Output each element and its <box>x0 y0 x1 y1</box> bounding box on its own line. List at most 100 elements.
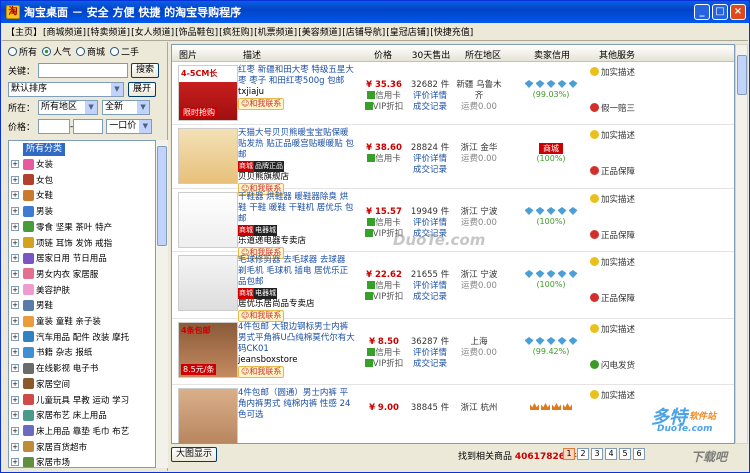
expand-button[interactable]: 展开 <box>128 82 156 97</box>
radio-mall[interactable]: 商城 <box>76 45 105 58</box>
rating-detail-link[interactable]: 评价详情 <box>408 154 452 165</box>
region-select[interactable]: 所有地区 ▼ <box>38 100 99 115</box>
tree-item[interactable]: + 男女内衣 家居服 <box>11 267 98 281</box>
col-credit[interactable]: 卖家信用 <box>522 48 582 61</box>
expand-icon[interactable]: + <box>11 207 19 216</box>
tree-item[interactable]: + 家居市场 <box>11 455 70 467</box>
menu-mall[interactable]: [商城频道] <box>43 25 86 38</box>
expand-icon[interactable]: + <box>11 238 19 247</box>
price-max-input[interactable] <box>73 119 104 134</box>
expand-icon[interactable]: + <box>11 301 19 310</box>
expand-icon[interactable]: + <box>11 379 19 388</box>
tree-item[interactable]: + 汽车用品 配件 改装 摩托 <box>11 330 129 344</box>
menu-crazy-buy[interactable]: [疯狂购] <box>219 25 253 38</box>
product-image[interactable] <box>178 388 238 443</box>
trade-record-link[interactable]: 成交记录 <box>408 165 452 176</box>
menu-sale[interactable]: [特卖频道] <box>87 25 130 38</box>
expand-icon[interactable]: + <box>11 395 19 404</box>
minimize-button[interactable]: _ <box>694 4 710 20</box>
table-row[interactable]: 天猫大号贝贝熊暖宝宝贴保暖贴发热 贴正品暖宫贴暖暖贴 包邮 商城 品牌正品 贝贝熊旗舰… <box>172 125 734 195</box>
expand-icon[interactable]: + <box>11 175 19 184</box>
tree-item[interactable]: + 家居布艺 床上用品 <box>11 408 107 422</box>
col-region[interactable]: 所在地区 <box>458 48 508 61</box>
col-price[interactable]: 价格 <box>366 48 400 61</box>
maximize-button[interactable]: □ <box>712 4 728 20</box>
tree-item[interactable]: + 在线影视 电子书 <box>11 361 98 375</box>
radio-all[interactable]: 所有 <box>8 45 37 58</box>
contact-button[interactable]: ☺和我联系 <box>238 98 285 110</box>
expand-icon[interactable]: + <box>11 348 19 357</box>
rating-detail-link[interactable]: 评价详情 <box>408 218 452 229</box>
tree-scroll-thumb[interactable] <box>157 146 167 246</box>
expand-icon[interactable]: + <box>11 254 19 263</box>
col-services[interactable]: 其他服务 <box>592 48 642 61</box>
product-title-link[interactable]: 干鞋器 烘鞋器 暖鞋器除臭 烘鞋 干鞋 暖鞋 干鞋机 居优乐 包邮 <box>238 192 356 225</box>
expand-icon[interactable]: + <box>11 191 19 200</box>
tree-item[interactable]: + 居家日用 节日用品 <box>11 251 107 265</box>
tree-item[interactable]: + 家居百货超市 <box>11 440 87 454</box>
product-image[interactable] <box>178 192 238 248</box>
tree-item[interactable]: + 女鞋 <box>11 188 53 202</box>
page-button[interactable]: 2 <box>577 448 589 460</box>
tree-item[interactable]: + 美容护肤 <box>11 283 70 297</box>
expand-icon[interactable]: + <box>11 364 19 373</box>
close-button[interactable]: × <box>730 4 746 20</box>
product-image[interactable] <box>178 255 238 311</box>
tree-item[interactable]: + 家居空间 <box>11 377 70 391</box>
expand-icon[interactable]: + <box>11 269 19 278</box>
col-description[interactable]: 描述 <box>238 48 266 61</box>
tree-item[interactable]: + 儿童玩具 早教 运动 学习 <box>11 393 129 407</box>
page-button[interactable]: 5 <box>619 448 631 460</box>
tree-item[interactable]: + 床上用品 靠垫 毛巾 布艺 <box>11 424 129 438</box>
grid-scroll-thumb[interactable] <box>737 55 747 95</box>
product-image[interactable]: 4-5CM长 限时抢购 <box>178 65 238 121</box>
page-button[interactable]: 3 <box>591 448 603 460</box>
page-button[interactable]: 6 <box>633 448 645 460</box>
expand-icon[interactable]: + <box>11 411 19 420</box>
product-title-link[interactable]: 天猫大号贝贝熊暖宝宝贴保暖贴发热 贴正品暖宫贴暖暖贴 包邮 <box>238 128 356 161</box>
menu-accessories[interactable]: [饰品鞋包] <box>175 25 218 38</box>
product-image[interactable] <box>178 128 238 184</box>
trade-record-link[interactable]: 成交记录 <box>408 292 452 303</box>
table-row[interactable]: 4-5CM长 限时抢购 红枣 新疆和田大枣 特级五星大枣 枣子 和田红枣500g 包… <box>172 62 734 125</box>
grid-scrollbar[interactable] <box>735 44 748 444</box>
tree-root-all[interactable]: 所有分类 <box>23 143 66 156</box>
tree-item[interactable]: + 童装 童鞋 亲子装 <box>11 314 101 328</box>
menu-crown-shops[interactable]: [皇冠店铺] <box>386 25 429 38</box>
rating-detail-link[interactable]: 评价详情 <box>408 91 452 102</box>
shop-name[interactable]: 居优乐居尚品专卖店 <box>238 299 356 310</box>
table-row[interactable]: 4条包邮 8.5元/条 4件包邮 大银边钢标男士内裤男式平角裤U凸纯棉莫代尔有大码C… <box>172 319 734 385</box>
expand-icon[interactable]: + <box>11 222 19 231</box>
tree-scrollbar[interactable] <box>156 140 168 468</box>
price-min-input[interactable] <box>38 119 71 134</box>
menu-home[interactable]: 【主页】 <box>6 25 42 38</box>
rating-detail-link[interactable]: 评价详情 <box>408 348 452 359</box>
product-title-link[interactable]: 4件包邮 大银边钢标男士内裤男式平角裤U凸纯棉莫代尔有大码CK01 <box>238 322 356 355</box>
sort-select[interactable]: 默认排序 ▼ <box>8 82 124 97</box>
tree-item[interactable]: + 男装 <box>11 204 53 218</box>
shop-name[interactable]: 贝贝熊旗舰店 <box>238 172 356 183</box>
contact-button[interactable]: ☺和我联系 <box>238 366 285 378</box>
trade-record-link[interactable]: 成交记录 <box>408 359 452 370</box>
search-button[interactable]: 搜索 <box>131 63 160 78</box>
tree-item[interactable]: + 女装 <box>11 157 53 171</box>
expand-icon[interactable]: + <box>11 458 19 467</box>
menu-recharge[interactable]: [快捷充值] <box>430 25 473 38</box>
keyword-input[interactable] <box>38 63 129 78</box>
expand-icon[interactable]: + <box>11 285 19 294</box>
expand-icon[interactable]: + <box>11 442 19 451</box>
tree-item[interactable]: + 项链 耳饰 发饰 戒指 <box>11 236 112 250</box>
page-button[interactable]: 4 <box>605 448 617 460</box>
product-title-link[interactable]: 毛球修剪器 去毛球器 去球器 剃毛机 毛球机 插电 居优乐正品包邮 <box>238 255 356 288</box>
menu-beauty[interactable]: [美容频道] <box>298 25 341 38</box>
expand-icon[interactable]: + <box>11 317 19 325</box>
product-image[interactable]: 4条包邮 8.5元/条 <box>178 322 238 378</box>
menu-shop-nav[interactable]: [店铺导航] <box>342 25 385 38</box>
product-title-link[interactable]: 红枣 新疆和田大枣 特级五星大枣 枣子 和田红枣500g 包邮 <box>238 65 356 87</box>
rating-detail-link[interactable]: 评价详情 <box>408 281 452 292</box>
tree-item[interactable]: + 男鞋 <box>11 298 53 312</box>
product-title-link[interactable]: 4件包邮（圆通）男士内裤 平角内裤男式 纯棉内裤 性感 24色可选 <box>238 388 356 421</box>
tree-item[interactable]: + 书籍 杂志 报纸 <box>11 345 92 359</box>
menu-flights[interactable]: [机票频道] <box>254 25 297 38</box>
table-row[interactable]: 毛球修剪器 去毛球器 去球器 剃毛机 毛球机 插电 居优乐正品包邮 商城 电器城 居优… <box>172 252 734 322</box>
